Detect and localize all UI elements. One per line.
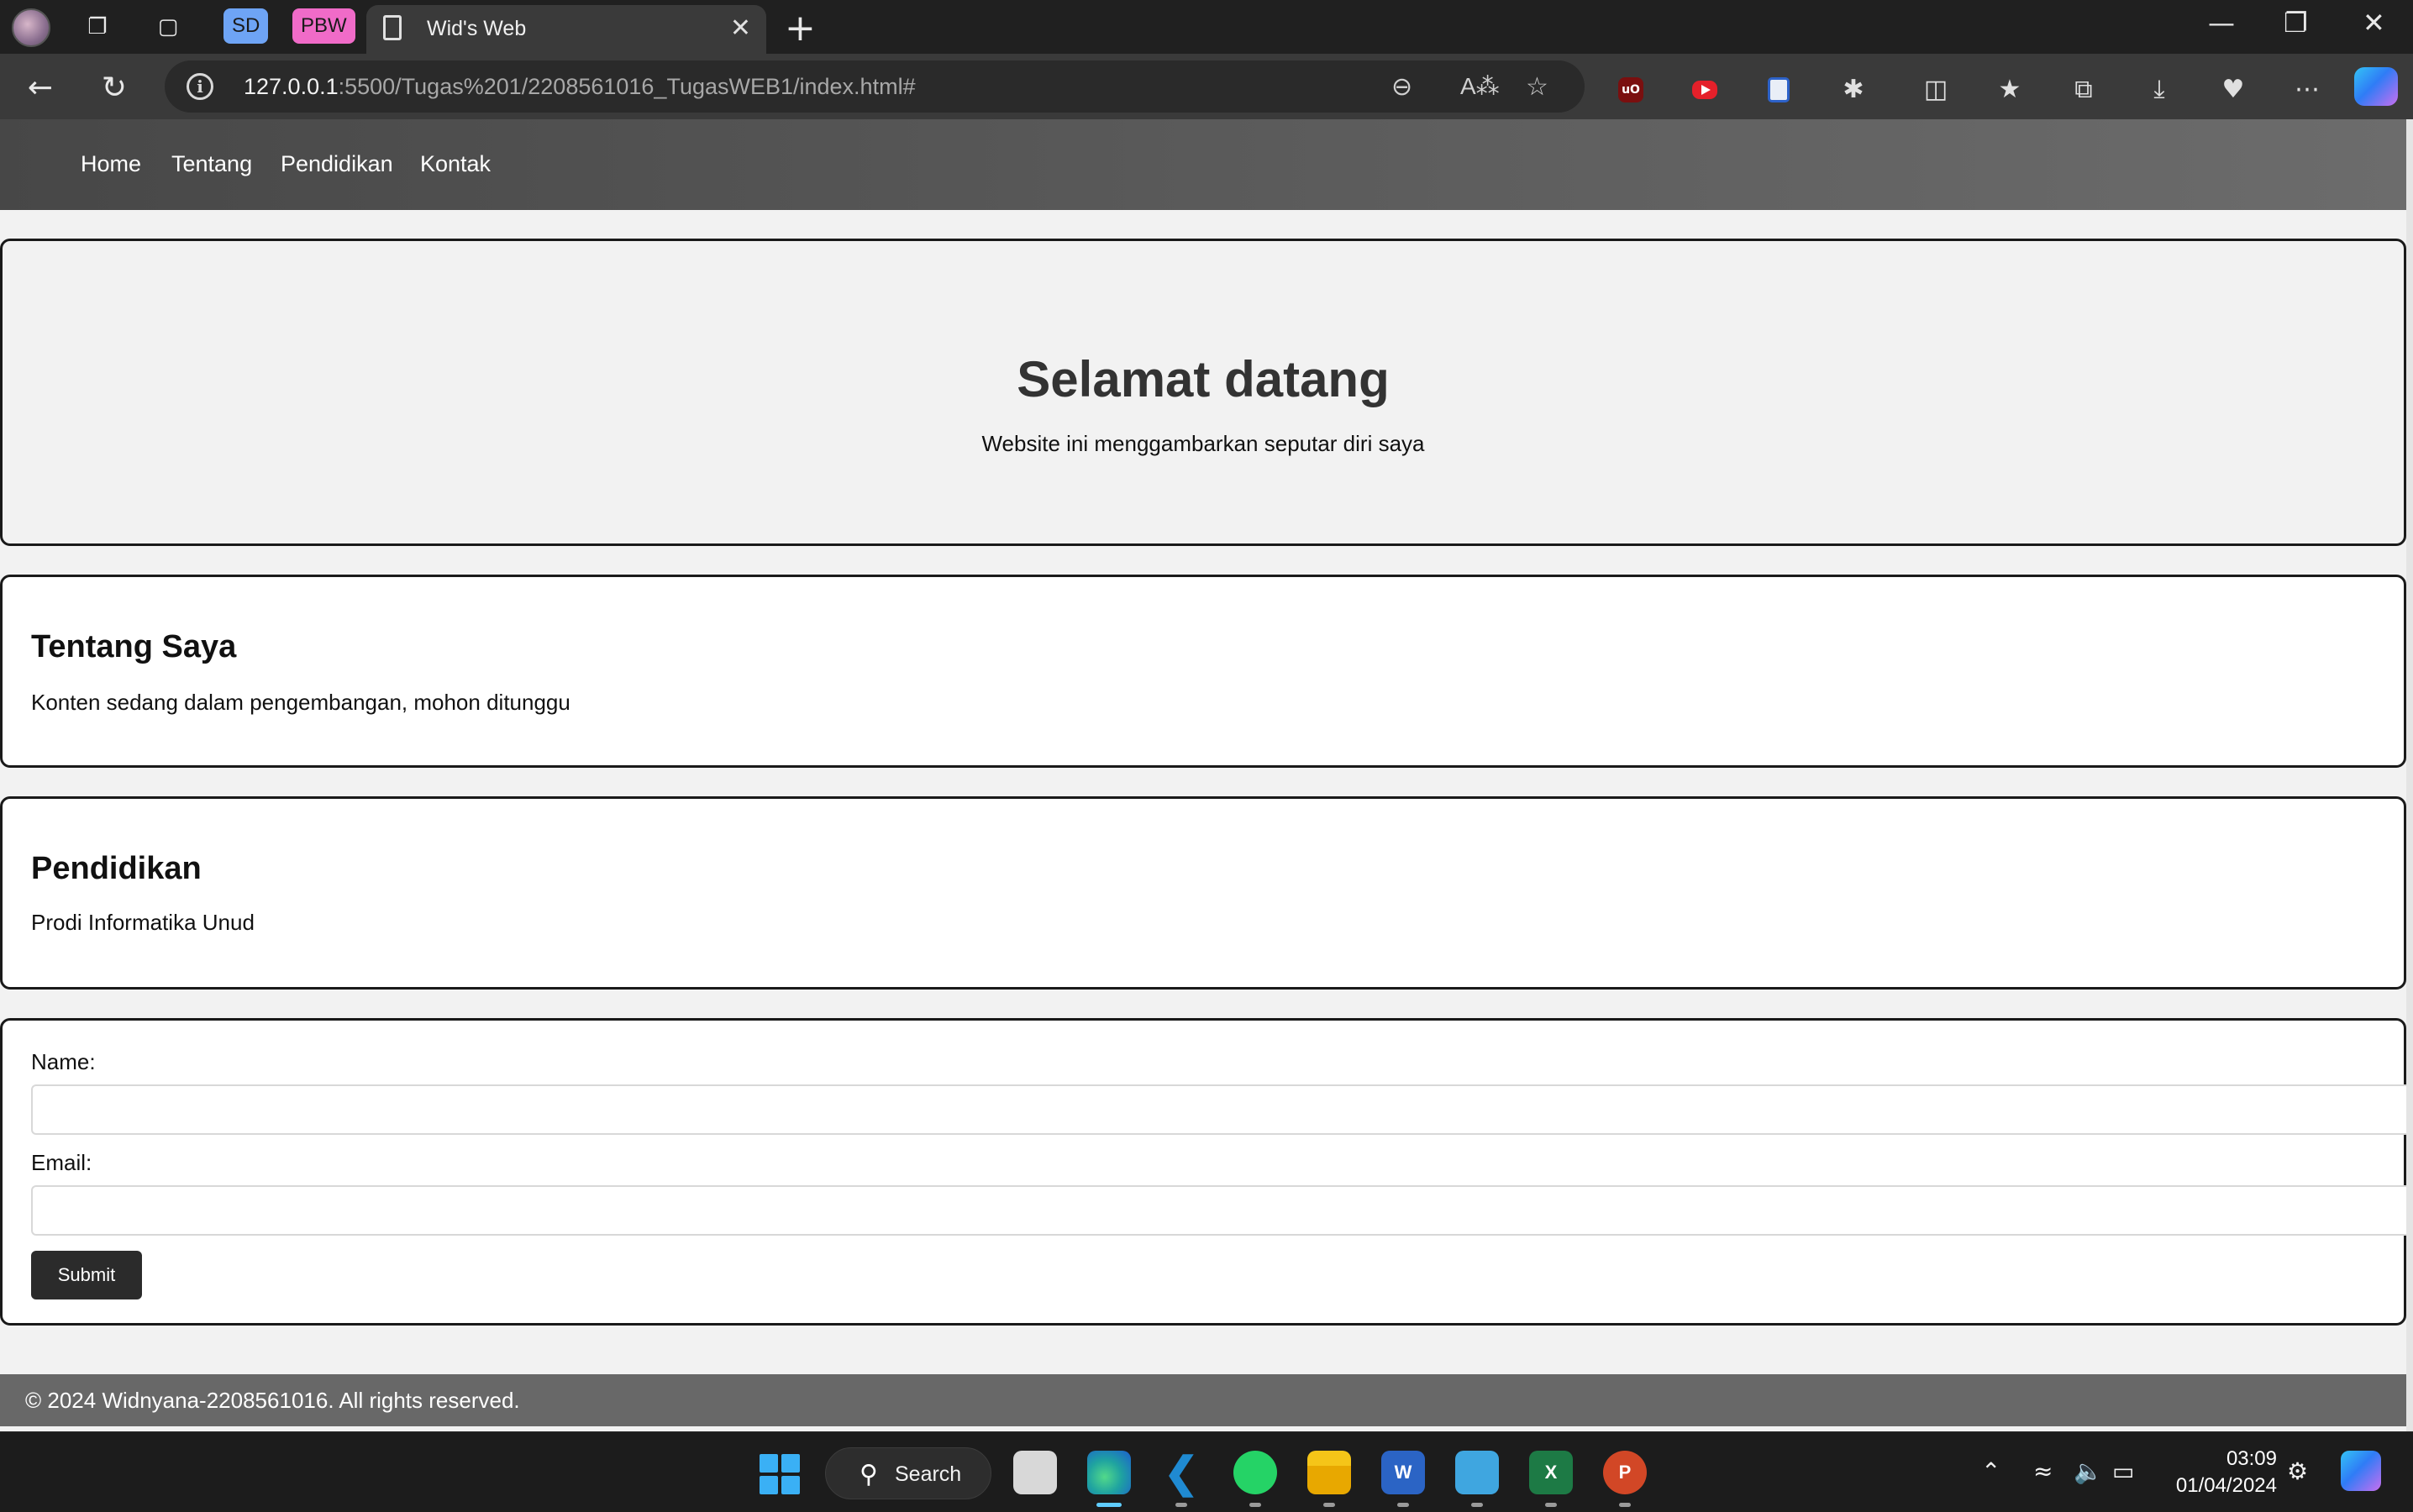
- email-label: Email:: [31, 1150, 92, 1175]
- site-info-icon[interactable]: i: [187, 73, 213, 100]
- volume-icon[interactable]: 🔈: [2074, 1457, 2103, 1485]
- refresh-icon[interactable]: ↻: [94, 67, 134, 108]
- close-window-icon[interactable]: ✕: [2363, 7, 2385, 39]
- start-button[interactable]: [760, 1454, 800, 1494]
- back-icon[interactable]: ←: [20, 67, 60, 108]
- site-footer: © 2024 Widnyana-2208561016. All rights r…: [0, 1374, 2413, 1426]
- page-viewport: Home Tentang Pendidikan Kontak Selamat d…: [0, 119, 2413, 1431]
- powerpoint-icon[interactable]: P: [1603, 1451, 1647, 1494]
- about-title: Tentang Saya: [31, 629, 237, 664]
- browser-essentials-icon[interactable]: ♥: [2216, 72, 2250, 106]
- word-icon[interactable]: W: [1381, 1451, 1425, 1494]
- nav-link-tentang[interactable]: Tentang: [171, 151, 252, 177]
- notepad-icon[interactable]: [1455, 1451, 1499, 1494]
- browser-tab-strip: ❐ ▢ SD PBW Wid's Web ✕ + — ❐ ✕: [0, 0, 2413, 54]
- minimize-icon[interactable]: —: [2208, 7, 2235, 39]
- copilot-icon[interactable]: [2354, 67, 2398, 106]
- nav-link-pendidikan[interactable]: Pendidikan: [281, 151, 393, 177]
- education-title: Pendidikan: [31, 851, 202, 886]
- about-text: Konten sedang dalam pengembangan, mohon …: [31, 690, 570, 715]
- bookmark-extension-icon[interactable]: [1768, 77, 1790, 102]
- youtube-extension-icon[interactable]: [1692, 81, 1717, 99]
- excel-icon[interactable]: X: [1529, 1451, 1573, 1494]
- taskbar-search-label: Search: [895, 1462, 962, 1486]
- tab-group-pbw-label: PBW: [301, 14, 347, 37]
- powerpoint-running-indicator: [1619, 1503, 1631, 1507]
- taskbar-search[interactable]: ⚲ Search: [825, 1447, 991, 1499]
- downloads-icon[interactable]: ⤓: [2142, 72, 2176, 106]
- hero-title: Selamat datang: [1017, 351, 1390, 407]
- hero-subtitle: Website ini menggambarkan seputar diri s…: [981, 431, 1425, 456]
- close-tab-icon[interactable]: ✕: [730, 13, 751, 43]
- battery-icon[interactable]: ▭: [2112, 1457, 2134, 1485]
- submit-button[interactable]: Submit: [31, 1251, 142, 1299]
- collections-icon[interactable]: ⧉: [2067, 72, 2100, 106]
- vscode-icon[interactable]: ❮: [1159, 1449, 1203, 1496]
- education-text: Prodi Informatika Unud: [31, 910, 255, 935]
- word-letter: W: [1394, 1462, 1412, 1483]
- name-input[interactable]: [31, 1084, 2410, 1135]
- notepad-running-indicator: [1471, 1503, 1483, 1507]
- powerpoint-letter: P: [1618, 1462, 1632, 1483]
- about-section: Tentang Saya Konten sedang dalam pengemb…: [0, 575, 2406, 768]
- extensions-icon[interactable]: ✱: [1837, 72, 1870, 106]
- chevron-up-icon[interactable]: ⌃: [1981, 1457, 2000, 1485]
- site-navbar: Home Tentang Pendidikan Kontak: [0, 119, 2413, 210]
- nav-link-home[interactable]: Home: [81, 151, 141, 177]
- clock-date: 01/04/2024: [2175, 1474, 2277, 1497]
- zoom-out-icon[interactable]: ⊖: [1391, 72, 1412, 102]
- nav-link-kontak[interactable]: Kontak: [420, 151, 491, 177]
- tab-title: Wid's Web: [427, 17, 527, 40]
- excel-letter: X: [1544, 1462, 1558, 1483]
- wifi-icon[interactable]: ≈: [2033, 1457, 2053, 1485]
- browser-toolbar: ← ↻ i 127.0.0.1:5500/Tugas%201/220856101…: [0, 54, 2413, 119]
- vscode-running-indicator: [1175, 1503, 1187, 1507]
- ublock-extension-icon[interactable]: uO: [1618, 77, 1643, 102]
- workspaces-icon[interactable]: ❐: [81, 10, 114, 44]
- email-input[interactable]: [31, 1185, 2410, 1236]
- explorer-running-indicator: [1323, 1503, 1335, 1507]
- whatsapp-running-indicator: [1249, 1503, 1261, 1507]
- restore-icon[interactable]: ❐: [2284, 7, 2308, 39]
- edge-icon[interactable]: [1087, 1451, 1131, 1494]
- clock-time: 03:09: [2226, 1447, 2277, 1470]
- task-view-icon[interactable]: [1013, 1451, 1057, 1494]
- edge-active-indicator: [1096, 1503, 1122, 1507]
- more-options-icon[interactable]: ⋯: [2290, 72, 2324, 106]
- address-bar[interactable]: i 127.0.0.1:5500/Tugas%201/2208561016_Tu…: [165, 60, 1585, 113]
- windows-taskbar: ⚲ Search ❮ W X P ⌃ ≈ 🔈 ▭ 03:09 01/04/202…: [0, 1431, 2413, 1512]
- split-screen-icon[interactable]: ◫: [1919, 72, 1953, 106]
- url-path: :5500/Tugas%201/2208561016_TugasWEB1/ind…: [338, 74, 916, 99]
- tab-group-sd[interactable]: SD: [223, 8, 269, 44]
- whatsapp-icon[interactable]: [1233, 1451, 1277, 1494]
- vertical-scrollbar[interactable]: [2406, 119, 2413, 1431]
- word-running-indicator: [1397, 1503, 1409, 1507]
- favorites-icon[interactable]: ★: [1993, 72, 2027, 106]
- favorite-star-icon[interactable]: ☆: [1526, 72, 1548, 102]
- footer-text: © 2024 Widnyana-2208561016. All rights r…: [25, 1388, 520, 1413]
- excel-running-indicator: [1545, 1503, 1557, 1507]
- url-host: 127.0.0.1: [244, 74, 339, 99]
- file-explorer-icon[interactable]: [1307, 1451, 1351, 1494]
- page-icon: [383, 15, 402, 40]
- contact-form: Name: Email: Submit: [0, 1018, 2410, 1326]
- search-icon: ⚲: [860, 1460, 878, 1489]
- copilot-taskbar-icon[interactable]: [2341, 1451, 2381, 1491]
- read-aloud-icon[interactable]: A⁂: [1460, 72, 1500, 100]
- education-section: Pendidikan Prodi Informatika Unud: [0, 796, 2406, 990]
- url-text[interactable]: 127.0.0.1:5500/Tugas%201/2208561016_Tuga…: [244, 74, 916, 100]
- tab-group-sd-label: SD: [232, 14, 260, 37]
- notification-bell-icon[interactable]: ⚙: [2287, 1457, 2308, 1485]
- tab-group-pbw[interactable]: PBW: [292, 8, 355, 44]
- profile-avatar[interactable]: [12, 8, 50, 47]
- active-tab[interactable]: Wid's Web ✕: [366, 5, 766, 54]
- new-tab-button[interactable]: +: [785, 7, 816, 50]
- system-clock[interactable]: 03:09 01/04/2024: [2159, 1446, 2277, 1499]
- name-label: Name:: [31, 1049, 96, 1074]
- hero-section: Selamat datang Website ini menggambarkan…: [0, 239, 2406, 546]
- ublock-label: uO: [1622, 83, 1640, 97]
- vertical-tabs-icon[interactable]: ▢: [151, 10, 185, 44]
